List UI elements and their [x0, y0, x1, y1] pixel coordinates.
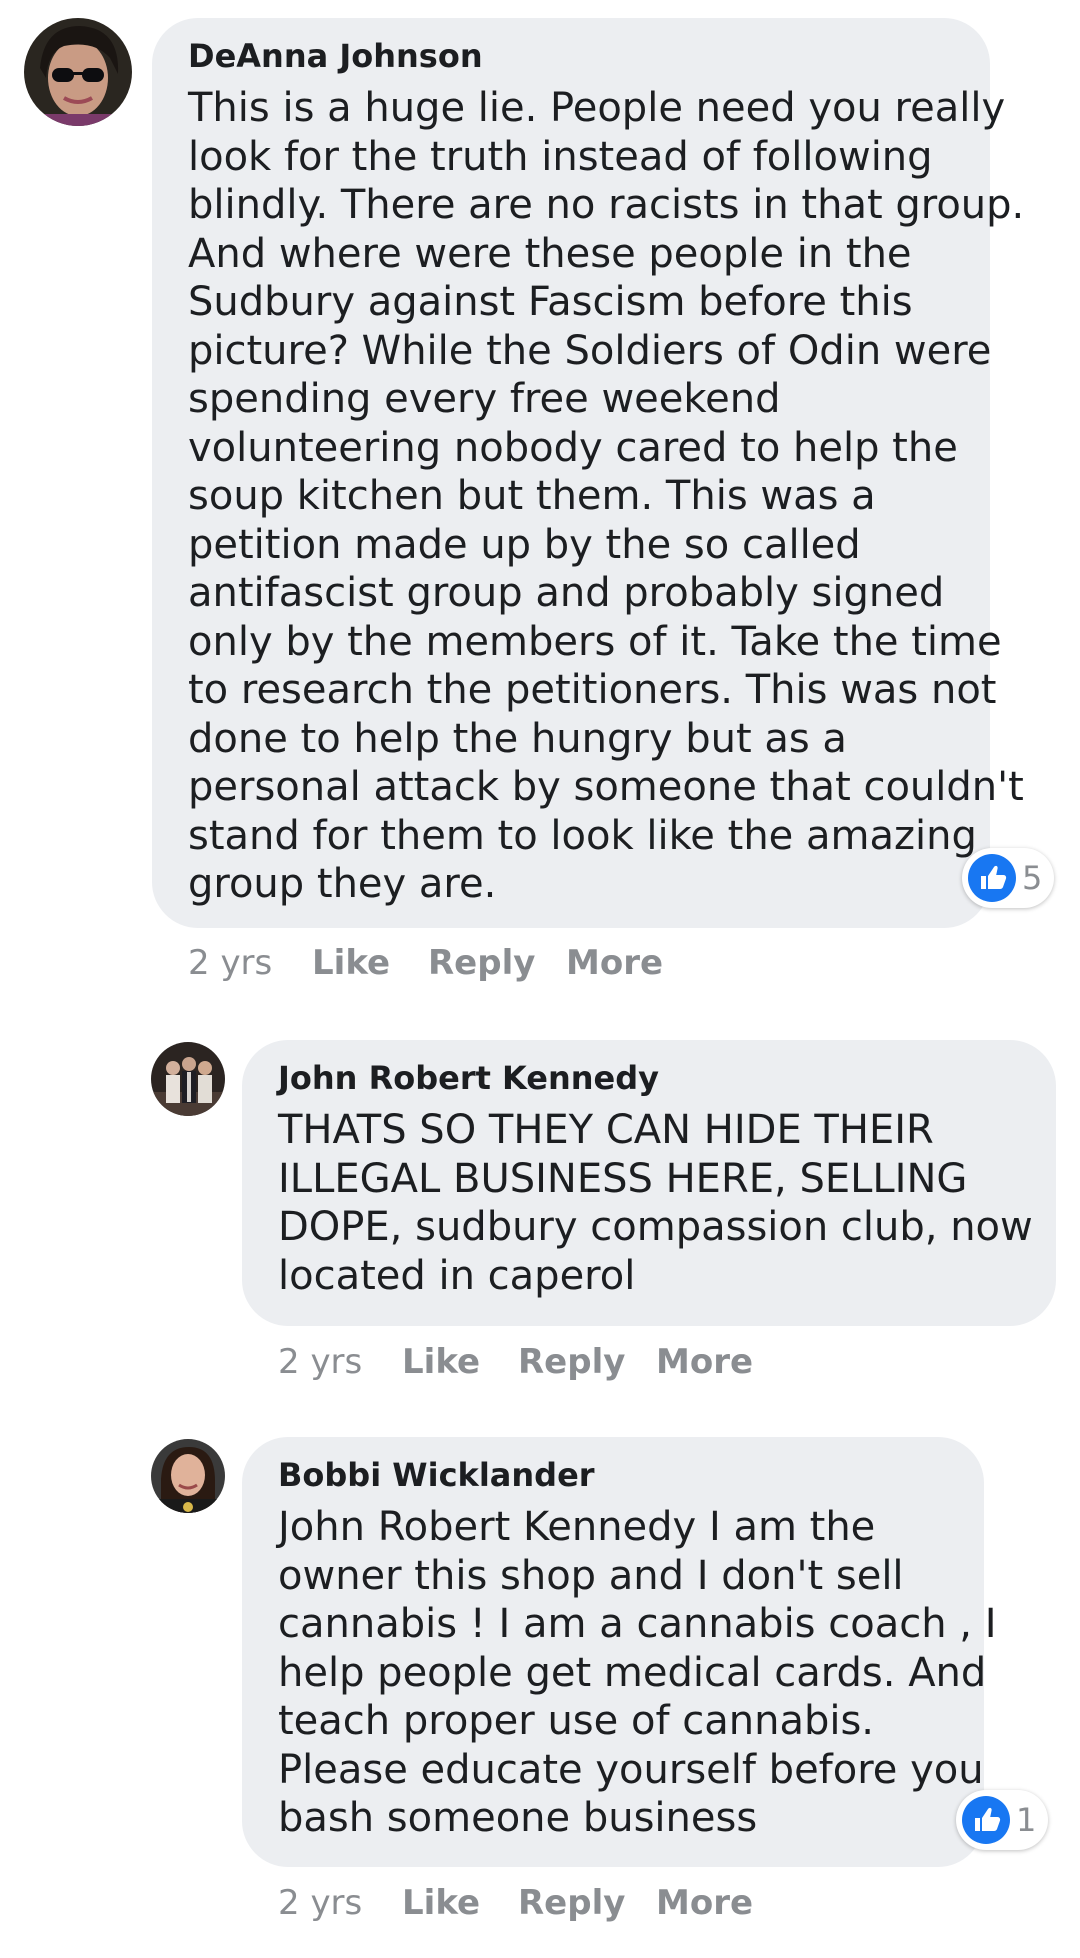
timestamp[interactable]: 2 yrs [188, 943, 272, 983]
comment-line: Sudbury against Fascism before this [188, 279, 913, 325]
reaction-summary[interactable]: 1 [956, 1790, 1048, 1850]
comment-line: group they are. [188, 861, 497, 907]
comment-line: soup kitchen but them. This was a [188, 473, 876, 519]
comment-deanna-johnson: DeAnna Johnson This is a huge lie. Peopl… [0, 0, 1080, 1000]
like-icon [968, 854, 1016, 902]
avatar-woman-smiling-icon [151, 1439, 225, 1513]
timestamp[interactable]: 2 yrs [278, 1883, 362, 1923]
comment-line: cannabis ! I am a cannabis coach , I [278, 1601, 997, 1647]
comment-line: THATS SO THEY CAN HIDE THEIR [278, 1107, 934, 1153]
more-button[interactable]: More [656, 1342, 753, 1382]
comment-bubble: Bobbi Wicklander John Robert Kennedy I a… [242, 1437, 997, 1867]
comment-line: only by the members of it. Take the time [188, 618, 1002, 665]
avatar-group-photo-icon [151, 1042, 225, 1116]
comment-text: John Robert Kennedy I am the owner this … [278, 1503, 997, 1843]
timestamp[interactable]: 2 yrs [278, 1342, 362, 1382]
comment-line: John Robert Kennedy I am the [278, 1504, 876, 1550]
comment-author[interactable]: John Robert Kennedy [278, 1058, 659, 1098]
comment-actions: 2 yrs Like Reply More [188, 943, 788, 983]
comment-text: THATS SO THEY CAN HIDE THEIR ILLEGAL BUS… [278, 1106, 1033, 1300]
comment-line: help people get medical cards. And [278, 1649, 987, 1696]
comment-line: stand for them to look like the amazing [188, 812, 977, 859]
comment-line: volunteering nobody cared to help the [188, 424, 958, 471]
comment-line: This is a huge lie. People need you real… [188, 85, 1006, 131]
comment-line: And where were these people in the [188, 230, 912, 277]
like-button[interactable]: Like [402, 1342, 480, 1382]
comment-line: to research the petitioners. This was no… [188, 667, 997, 713]
comment-text: This is a huge lie. People need you real… [188, 84, 1024, 909]
reply-button[interactable]: Reply [518, 1342, 625, 1382]
comment-john-robert-kennedy: John Robert Kennedy THATS SO THEY CAN HI… [0, 1040, 1080, 1410]
more-button[interactable]: More [656, 1883, 753, 1923]
comment-bubble: John Robert Kennedy THATS SO THEY CAN HI… [242, 1040, 1056, 1326]
comment-line: Please educate yourself before you [278, 1746, 984, 1793]
comment-line: look for the truth instead of following [188, 133, 933, 180]
comment-line: owner this shop and I don't sell [278, 1552, 904, 1599]
comment-line: petition made up by the so called [188, 521, 861, 568]
comment-line: personal attack by someone that couldn't [188, 764, 1024, 810]
comment-line: ILLEGAL BUSINESS HERE, SELLING [278, 1155, 968, 1202]
comment-author[interactable]: Bobbi Wicklander [278, 1455, 595, 1495]
like-button[interactable]: Like [312, 943, 390, 983]
avatar[interactable] [151, 1042, 225, 1116]
reaction-count: 1 [1016, 1801, 1037, 1839]
comment-line: done to help the hungry but as a [188, 715, 847, 762]
comment-actions: 2 yrs Like Reply More [278, 1342, 878, 1382]
comment-bubble: DeAnna Johnson This is a huge lie. Peopl… [152, 18, 1024, 928]
comment-line: spending every free weekend [188, 376, 781, 422]
reply-button[interactable]: Reply [518, 1883, 625, 1923]
avatar[interactable] [151, 1439, 225, 1513]
reaction-summary[interactable]: 5 [962, 848, 1054, 908]
reply-button[interactable]: Reply [428, 943, 535, 983]
comment-line: located in caperol [278, 1252, 636, 1299]
comment-line: antifascist group and probably signed [188, 570, 945, 616]
avatar[interactable] [24, 18, 132, 126]
comment-author[interactable]: DeAnna Johnson [188, 36, 483, 76]
comment-line: teach proper use of cannabis. [278, 1698, 875, 1744]
comment-line: bash someone business [278, 1795, 758, 1841]
comment-line: blindly. There are no racists in that gr… [188, 182, 1025, 228]
like-button[interactable]: Like [402, 1883, 480, 1923]
comment-bobbi-wicklander: Bobbi Wicklander John Robert Kennedy I a… [0, 1437, 1080, 1958]
comment-actions: 2 yrs Like Reply More [278, 1883, 878, 1923]
reaction-count: 5 [1022, 859, 1043, 897]
avatar-woman-sunglasses-icon [24, 18, 132, 126]
more-button[interactable]: More [566, 943, 663, 983]
like-icon [962, 1796, 1010, 1844]
comment-line: DOPE, sudbury compassion club, now [278, 1204, 1033, 1250]
comment-line: picture? While the Soldiers of Odin were [188, 327, 992, 374]
